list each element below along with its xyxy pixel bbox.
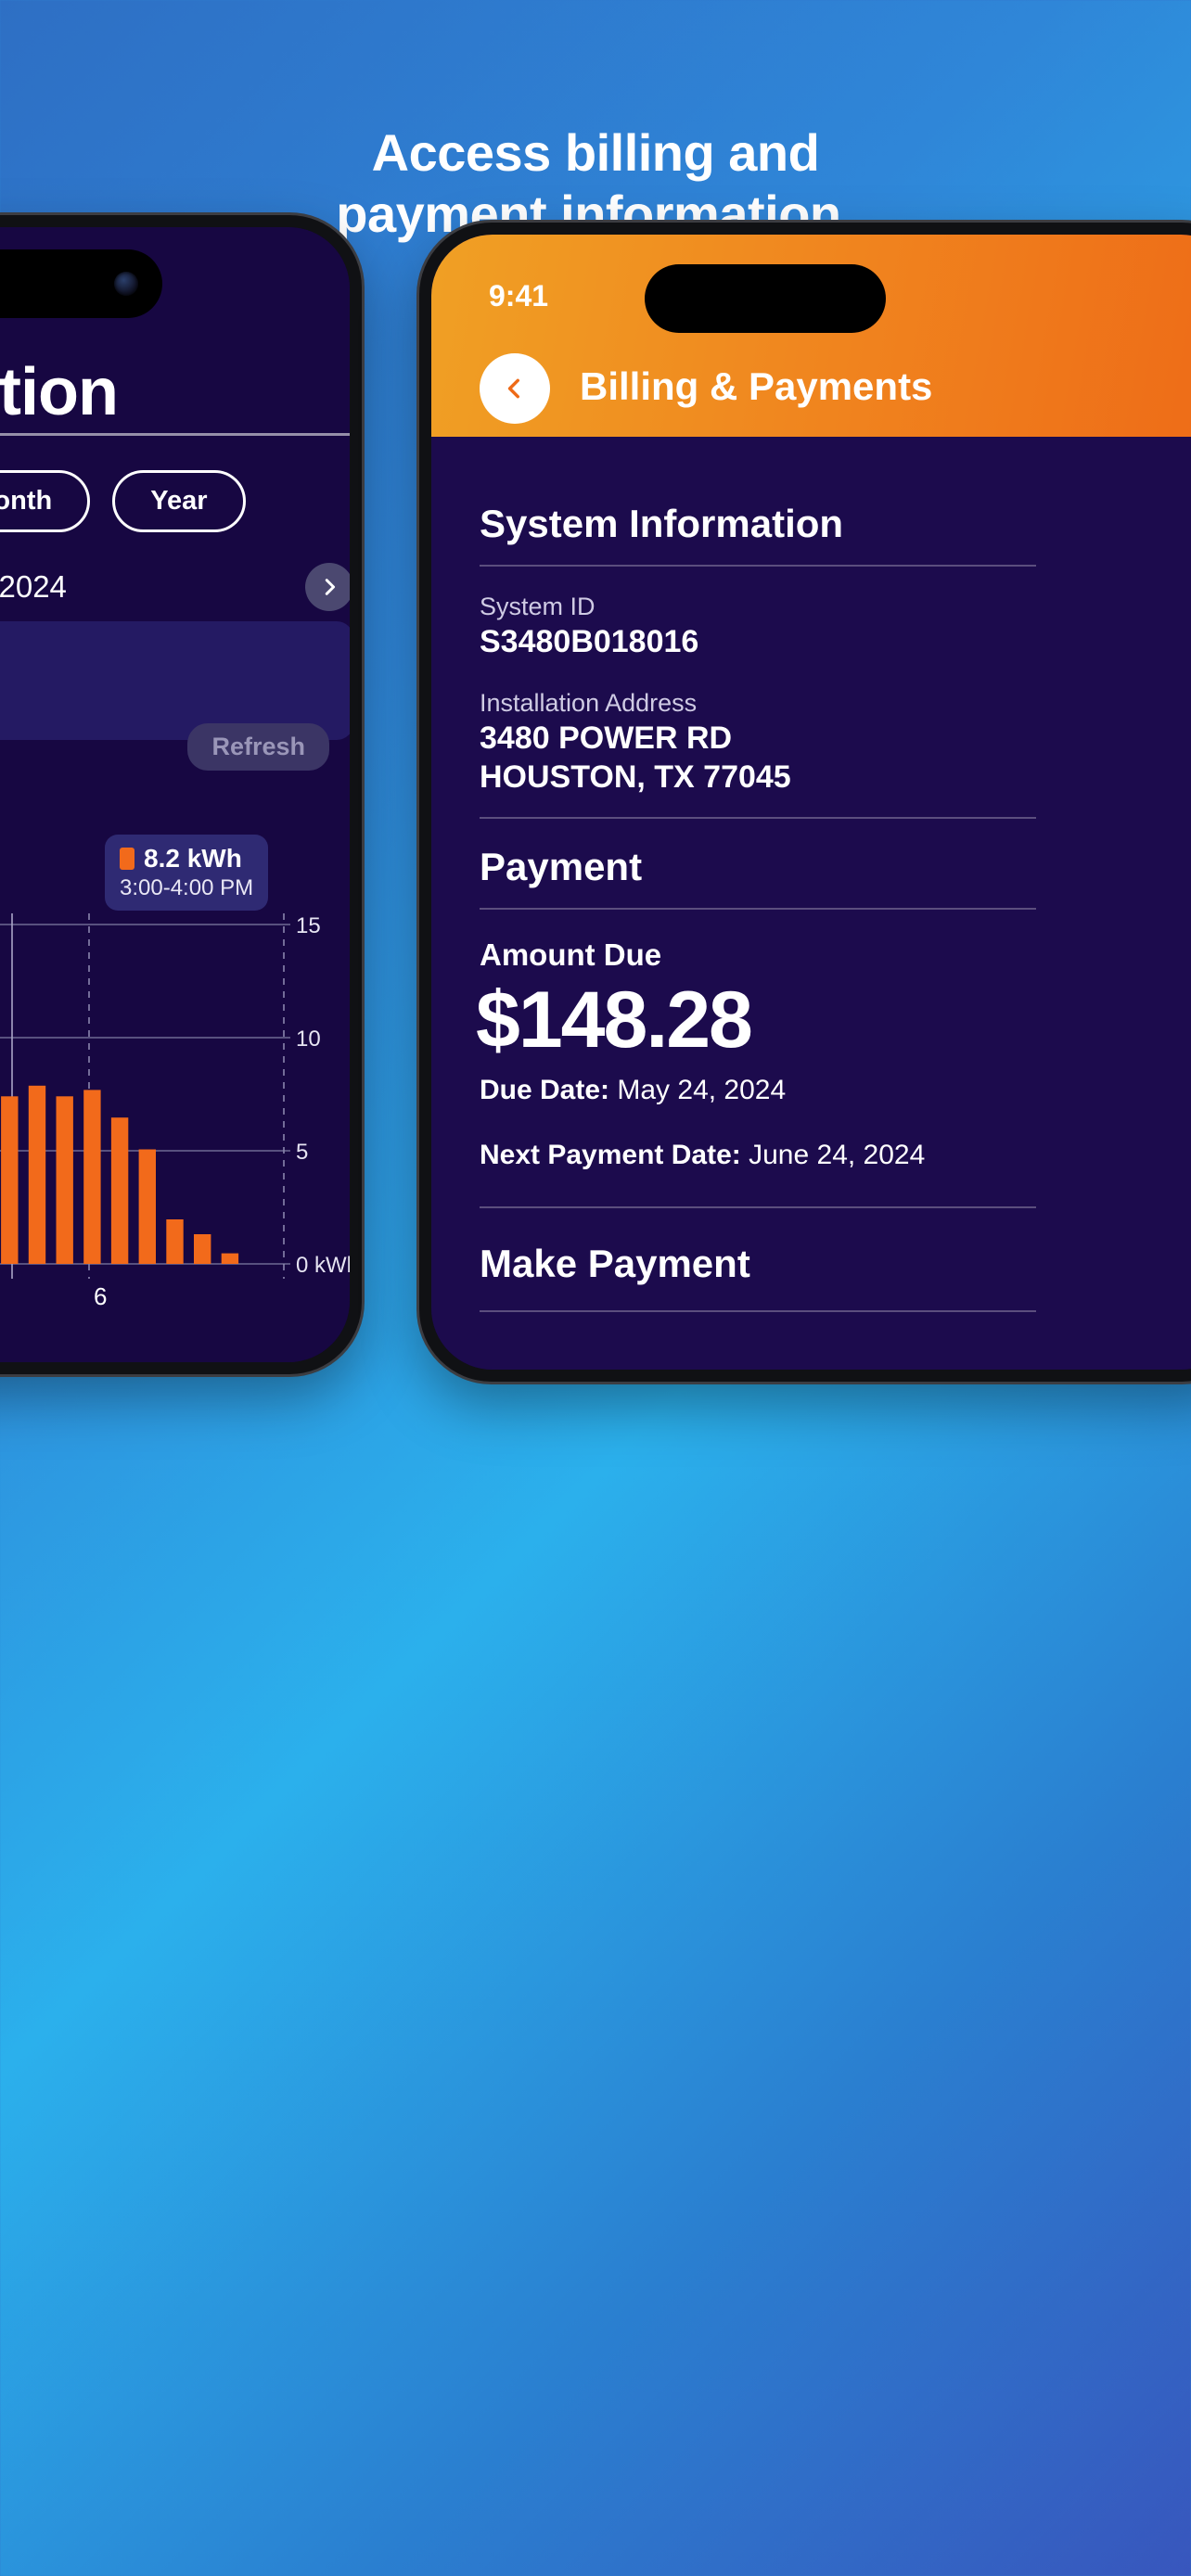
- due-date-label: Due Date:: [480, 1075, 610, 1105]
- chart-bar[interactable]: [166, 1219, 184, 1264]
- chart-bar[interactable]: [28, 1085, 46, 1264]
- field-value-address-line-1: 3480 POWER RD: [480, 721, 733, 756]
- front-camera-icon: [114, 272, 138, 296]
- divider: [480, 908, 1036, 910]
- production-chart: 8.2 kWh 3:00-4:00 PM 15 10 5 0 kW 6: [0, 835, 350, 1310]
- amount-due-label: Amount Due: [480, 937, 662, 972]
- phone-screen-left: Daily Production Week Month Year Monday,…: [0, 227, 350, 1362]
- field-label-system-id: System ID: [480, 593, 596, 620]
- phone-mockup-right: 9:41 Billing & Payments System Informati…: [419, 223, 1191, 1382]
- divider: [480, 1310, 1036, 1312]
- x-tick-six: 6: [94, 1282, 108, 1310]
- divider: [480, 817, 1036, 819]
- tooltip-time-range: 3:00-4:00 PM: [120, 875, 254, 900]
- title-divider: [0, 433, 350, 436]
- chart-bars: [1, 1085, 239, 1265]
- phone-mockup-left: Daily Production Week Month Year Monday,…: [0, 215, 362, 1374]
- next-payment-label: Next Payment Date: [480, 1140, 732, 1170]
- y-tick-10: 10: [296, 1027, 321, 1052]
- daily-production-screen: Daily Production Week Month Year Monday,…: [0, 227, 350, 1362]
- chart-bar[interactable]: [1, 1096, 19, 1264]
- field-value-system-id: S3480B018016: [480, 624, 699, 659]
- header-title: Billing & Payments: [580, 364, 933, 408]
- range-pill-month[interactable]: Month: [0, 470, 91, 532]
- y-tick-5: 5: [296, 1140, 309, 1165]
- status-bar-time: 9:41: [489, 279, 549, 312]
- due-date-value: May 24, 2024: [617, 1075, 787, 1105]
- billing-content: System Information System ID S3480B01801…: [431, 437, 1191, 1370]
- chart-plot-area: [0, 913, 290, 1279]
- headline-line-1: Access billing and: [371, 123, 820, 182]
- billing-payments-screen: 9:41 Billing & Payments System Informati…: [431, 235, 1191, 1370]
- chart-bar[interactable]: [194, 1234, 211, 1264]
- screen-title-line-2: Production: [0, 355, 119, 429]
- next-payment-value: June 24, 2024: [749, 1140, 926, 1170]
- tooltip-value: 8.2 kWh: [144, 844, 242, 873]
- y-tick-15: 15: [296, 913, 321, 938]
- chart-y-axis: 15 10 5 0 kWh: [296, 913, 350, 1279]
- amount-due-value: $148.28: [476, 976, 753, 1065]
- range-selector: Week Month Year: [0, 470, 246, 532]
- phone-screen-right: 9:41 Billing & Payments System Informati…: [431, 235, 1191, 1370]
- chevron-left-icon: [507, 378, 519, 399]
- dynamic-island: [645, 264, 886, 333]
- screen-title: Daily Production: [0, 300, 119, 429]
- current-date-label: Monday, May 6, 2024: [0, 569, 67, 604]
- tooltip-color-swatch: [120, 848, 134, 870]
- make-payment-button[interactable]: Make Payment: [480, 1242, 750, 1286]
- chart-bar[interactable]: [110, 1117, 129, 1264]
- section-title-payment: Payment: [480, 845, 643, 888]
- summary-card: [0, 621, 350, 740]
- chart-x-axis: 12 PM 6: [0, 1282, 290, 1320]
- due-date-row: Due Date: May 24, 2024: [480, 1075, 786, 1106]
- field-label-installation-address: Installation Address: [480, 689, 698, 717]
- chart-bar[interactable]: [83, 1090, 101, 1264]
- section-title-system-information: System Information: [480, 502, 844, 545]
- y-tick-0: 0 kWh: [296, 1253, 350, 1278]
- date-navigator: Monday, May 6, 2024: [0, 563, 350, 611]
- divider: [480, 1206, 1036, 1208]
- refresh-button[interactable]: Refresh: [187, 723, 329, 771]
- next-day-button[interactable]: [305, 563, 350, 611]
- next-payment-row: Next Payment Date: June 24, 2024: [480, 1140, 926, 1170]
- chart-tooltip: 8.2 kWh 3:00-4:00 PM: [105, 835, 269, 911]
- chart-bar[interactable]: [138, 1149, 156, 1265]
- chart-bar[interactable]: [56, 1096, 73, 1264]
- back-button[interactable]: [480, 353, 550, 424]
- range-pill-year[interactable]: Year: [112, 470, 246, 532]
- chart-bar[interactable]: [221, 1253, 239, 1264]
- chevron-right-icon: [325, 579, 336, 595]
- field-value-address-line-2: HOUSTON, TX 77045: [480, 759, 791, 795]
- divider: [480, 565, 1036, 567]
